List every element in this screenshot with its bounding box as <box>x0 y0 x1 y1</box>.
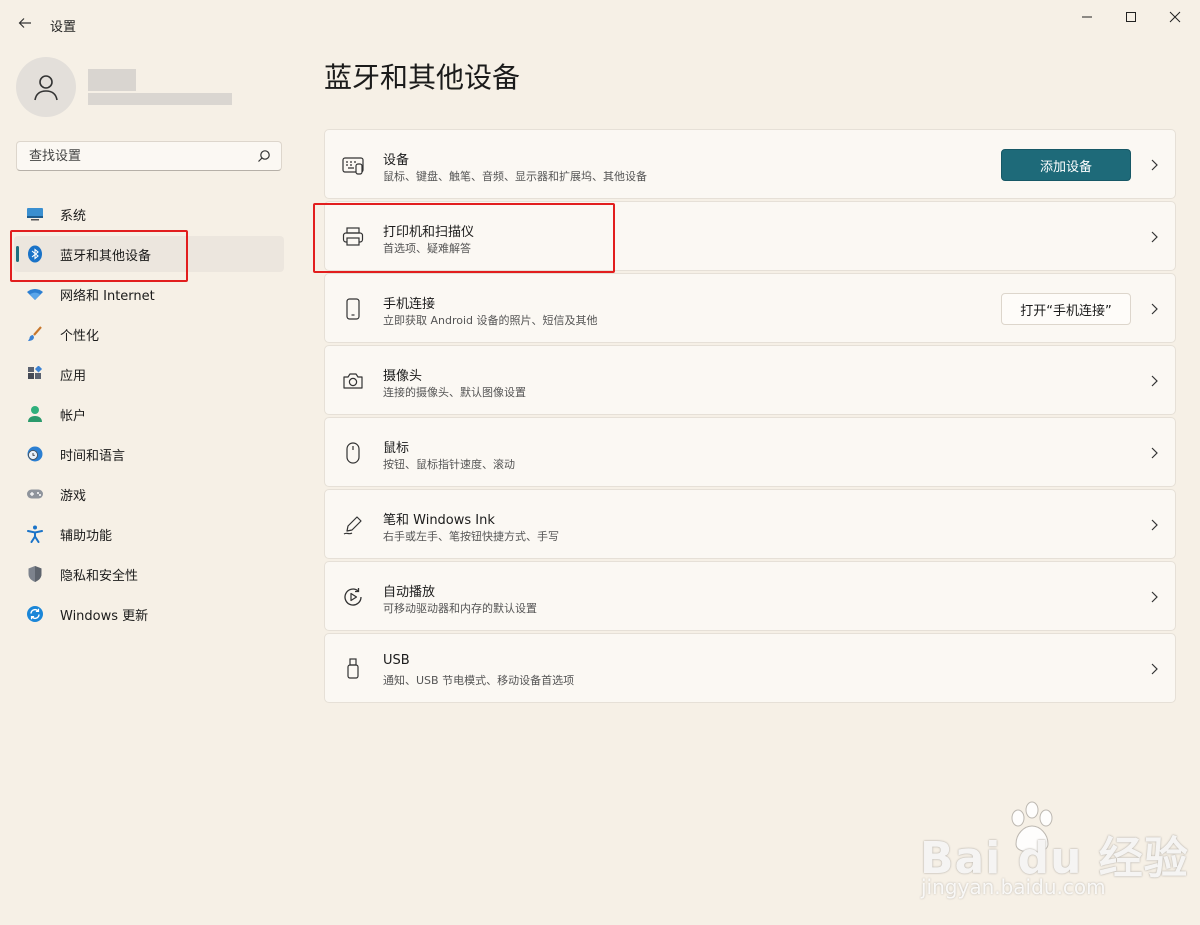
mouse-icon <box>341 441 365 465</box>
gamepad-icon <box>26 485 44 503</box>
sidebar-item-label: 个性化 <box>60 328 100 344</box>
user-icon <box>34 75 58 101</box>
card-title: USB <box>383 653 410 668</box>
chevron-right-icon <box>1151 591 1158 603</box>
watermark-url: jingyan.baidu.com <box>921 875 1106 899</box>
search-icon[interactable] <box>257 149 271 163</box>
sidebar-item-windows-update[interactable]: Windows 更新 <box>14 596 284 632</box>
chevron-right-icon <box>1151 375 1158 387</box>
sidebar-nav: 系统 蓝牙和其他设备 网络和 Internet 个性化 应用 帐户 时间和语言 … <box>14 196 284 636</box>
page-title: 蓝牙和其他设备 <box>324 61 521 94</box>
chevron-right-icon <box>1151 231 1158 243</box>
card-usb[interactable]: USB 通知、USB 节电模式、移动设备首选项 <box>324 633 1176 703</box>
printer-icon <box>341 225 365 249</box>
card-pen-windows-ink[interactable]: 笔和 Windows Ink 右手或左手、笔按钮快捷方式、手写 <box>324 489 1176 559</box>
chevron-right-icon <box>1151 303 1158 315</box>
close-button[interactable] <box>1152 6 1198 28</box>
sidebar-item-privacy[interactable]: 隐私和安全性 <box>14 556 284 592</box>
maximize-icon <box>1126 12 1136 22</box>
sidebar-item-label: 蓝牙和其他设备 <box>60 248 152 264</box>
minimize-icon <box>1082 16 1092 18</box>
usb-icon <box>341 657 365 681</box>
devices-icon <box>341 153 365 177</box>
card-subtitle: 鼠标、键盘、触笔、音频、显示器和扩展坞、其他设备 <box>383 170 647 183</box>
sidebar-item-label: 辅助功能 <box>60 528 113 544</box>
accessibility-icon <box>26 525 44 543</box>
card-title: 自动播放 <box>383 585 436 600</box>
sidebar-item-label: 应用 <box>60 368 87 384</box>
search-input[interactable] <box>27 148 251 165</box>
account-icon <box>26 405 44 423</box>
card-printers-scanners[interactable]: 打印机和扫描仪 首选项、疑难解答 <box>324 201 1176 271</box>
sidebar-item-label: 游戏 <box>60 488 87 504</box>
app-title: 设置 <box>50 20 77 35</box>
blurred-user-email <box>88 93 232 105</box>
sidebar-item-network[interactable]: 网络和 Internet <box>14 276 284 312</box>
sidebar-item-time-language[interactable]: 时间和语言 <box>14 436 284 472</box>
card-subtitle: 立即获取 Android 设备的照片、短信及其他 <box>383 314 598 327</box>
card-subtitle: 按钮、鼠标指针速度、滚动 <box>383 458 515 471</box>
back-button[interactable] <box>14 12 36 34</box>
camera-icon <box>341 369 365 393</box>
settings-cards: 设备 鼠标、键盘、触笔、音频、显示器和扩展坞、其他设备 添加设备 打印机和扫描仪… <box>324 129 1176 705</box>
card-subtitle: 通知、USB 节电模式、移动设备首选项 <box>383 674 575 687</box>
card-title: 摄像头 <box>383 369 423 384</box>
close-icon <box>1169 11 1181 23</box>
apps-icon <box>26 365 44 383</box>
time-language-icon <box>26 445 44 463</box>
bluetooth-icon <box>26 245 44 263</box>
card-mouse[interactable]: 鼠标 按钮、鼠标指针速度、滚动 <box>324 417 1176 487</box>
minimize-button[interactable] <box>1064 6 1110 28</box>
sidebar-item-personalization[interactable]: 个性化 <box>14 316 284 352</box>
sidebar-item-label: 隐私和安全性 <box>60 568 139 584</box>
sidebar-item-apps[interactable]: 应用 <box>14 356 284 392</box>
sidebar-item-label: 系统 <box>60 208 87 224</box>
sidebar-item-gaming[interactable]: 游戏 <box>14 476 284 512</box>
card-subtitle: 连接的摄像头、默认图像设置 <box>383 386 526 399</box>
card-title: 手机连接 <box>383 297 436 312</box>
card-subtitle: 首选项、疑难解答 <box>383 242 471 255</box>
sidebar-item-bluetooth[interactable]: 蓝牙和其他设备 <box>14 236 284 272</box>
card-title: 鼠标 <box>383 441 410 456</box>
card-camera[interactable]: 摄像头 连接的摄像头、默认图像设置 <box>324 345 1176 415</box>
sidebar-item-accessibility[interactable]: 辅助功能 <box>14 516 284 552</box>
chevron-right-icon <box>1151 519 1158 531</box>
card-subtitle: 右手或左手、笔按钮快捷方式、手写 <box>383 530 559 543</box>
chevron-right-icon <box>1151 447 1158 459</box>
shield-icon <box>26 565 44 583</box>
open-phone-link-button[interactable]: 打开“手机连接” <box>1001 293 1131 325</box>
wifi-icon <box>26 285 44 303</box>
chevron-right-icon <box>1151 663 1158 675</box>
chevron-right-icon <box>1151 159 1158 171</box>
sidebar-item-label: 时间和语言 <box>60 448 126 464</box>
phone-icon <box>341 297 365 321</box>
system-icon <box>26 205 44 223</box>
avatar[interactable] <box>16 57 76 117</box>
add-device-button[interactable]: 添加设备 <box>1001 149 1131 181</box>
back-arrow-icon <box>18 18 31 28</box>
card-subtitle: 可移动驱动器和内存的默认设置 <box>383 602 537 615</box>
update-icon <box>26 605 44 623</box>
autoplay-icon <box>341 585 365 609</box>
sidebar-item-label: 帐户 <box>60 408 87 424</box>
selection-indicator <box>16 246 19 262</box>
card-autoplay[interactable]: 自动播放 可移动驱动器和内存的默认设置 <box>324 561 1176 631</box>
blurred-user-name <box>88 69 136 91</box>
maximize-button[interactable] <box>1108 6 1154 28</box>
card-title: 笔和 Windows Ink <box>383 513 495 528</box>
sidebar-item-label: Windows 更新 <box>60 608 149 624</box>
pen-icon <box>341 513 365 537</box>
brush-icon <box>26 325 44 343</box>
sidebar-item-system[interactable]: 系统 <box>14 196 284 232</box>
sidebar-item-accounts[interactable]: 帐户 <box>14 396 284 432</box>
title-bar: 设置 <box>0 0 1200 48</box>
card-title: 打印机和扫描仪 <box>383 225 475 240</box>
search-box[interactable] <box>16 141 282 171</box>
card-phone-link[interactable]: 手机连接 立即获取 Android 设备的照片、短信及其他 打开“手机连接” <box>324 273 1176 343</box>
sidebar-item-label: 网络和 Internet <box>60 288 155 304</box>
card-title: 设备 <box>383 153 410 168</box>
card-devices[interactable]: 设备 鼠标、键盘、触笔、音频、显示器和扩展坞、其他设备 添加设备 <box>324 129 1176 199</box>
